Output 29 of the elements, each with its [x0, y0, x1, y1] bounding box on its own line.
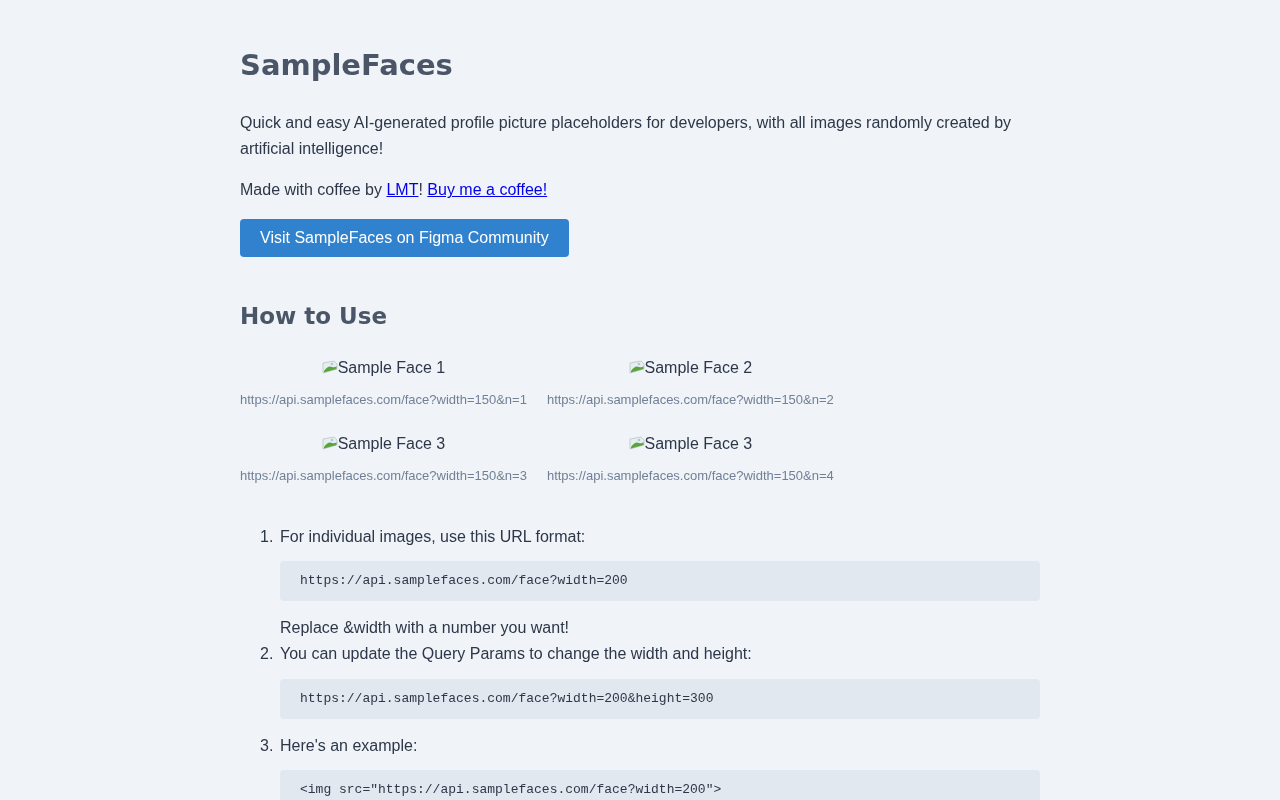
image-url-caption: https://api.samplefaces.com/face?width=150&n=1: [240, 390, 527, 409]
image-url-caption: https://api.samplefaces.com/face?width=150&n=3: [240, 466, 527, 485]
code-block: <img src="https://api.samplefaces.com/face?width=200">: [280, 770, 1040, 800]
step-text: You can update the Query Params to change the width and height:: [280, 643, 753, 664]
broken-image-icon: [321, 435, 338, 452]
page-title: SampleFaces: [240, 47, 454, 84]
code-block: https://api.samplefaces.com/face?width=200&height=300: [280, 678, 1040, 719]
list-number: 1.: [260, 526, 275, 547]
broken-image-icon: [321, 359, 338, 376]
section-heading: How to Use: [240, 301, 389, 331]
image-alt-text: Sample Face 2: [644, 357, 753, 378]
image-alt-text: Sample Face 3: [644, 433, 753, 454]
credit-text: Made with coffee by LMT! Buy me a coffee!: [240, 180, 549, 201]
figma-community-button[interactable]: Visit SampleFaces on Figma Community: [240, 218, 569, 257]
credit-link[interactable]: Buy me a coffee!: [427, 181, 548, 199]
code-block: https://api.samplefaces.com/face?width=200: [280, 561, 1040, 602]
step-note: Replace &width with a number you want!: [280, 618, 571, 639]
credit-link[interactable]: LMT: [386, 181, 419, 199]
image-alt-text: Sample Face 3: [337, 433, 446, 454]
image-url-caption: https://api.samplefaces.com/face?width=150&n=2: [546, 390, 834, 409]
image-url-caption: https://api.samplefaces.com/face?width=150&n=4: [546, 466, 834, 485]
broken-image-icon: [628, 435, 645, 452]
broken-image-icon: [628, 359, 645, 376]
list-number: 3.: [260, 735, 275, 756]
image-alt-text: Sample Face 1: [337, 357, 446, 378]
step-text: Here's an example:: [280, 735, 419, 756]
step-text: For individual images, use this URL format:: [280, 526, 587, 547]
list-number: 2.: [260, 643, 275, 664]
intro-text: Quick and easy AI-generated profile picture placeholders for developers, with all images randomly created by artificial intelligence!: [240, 113, 1013, 159]
